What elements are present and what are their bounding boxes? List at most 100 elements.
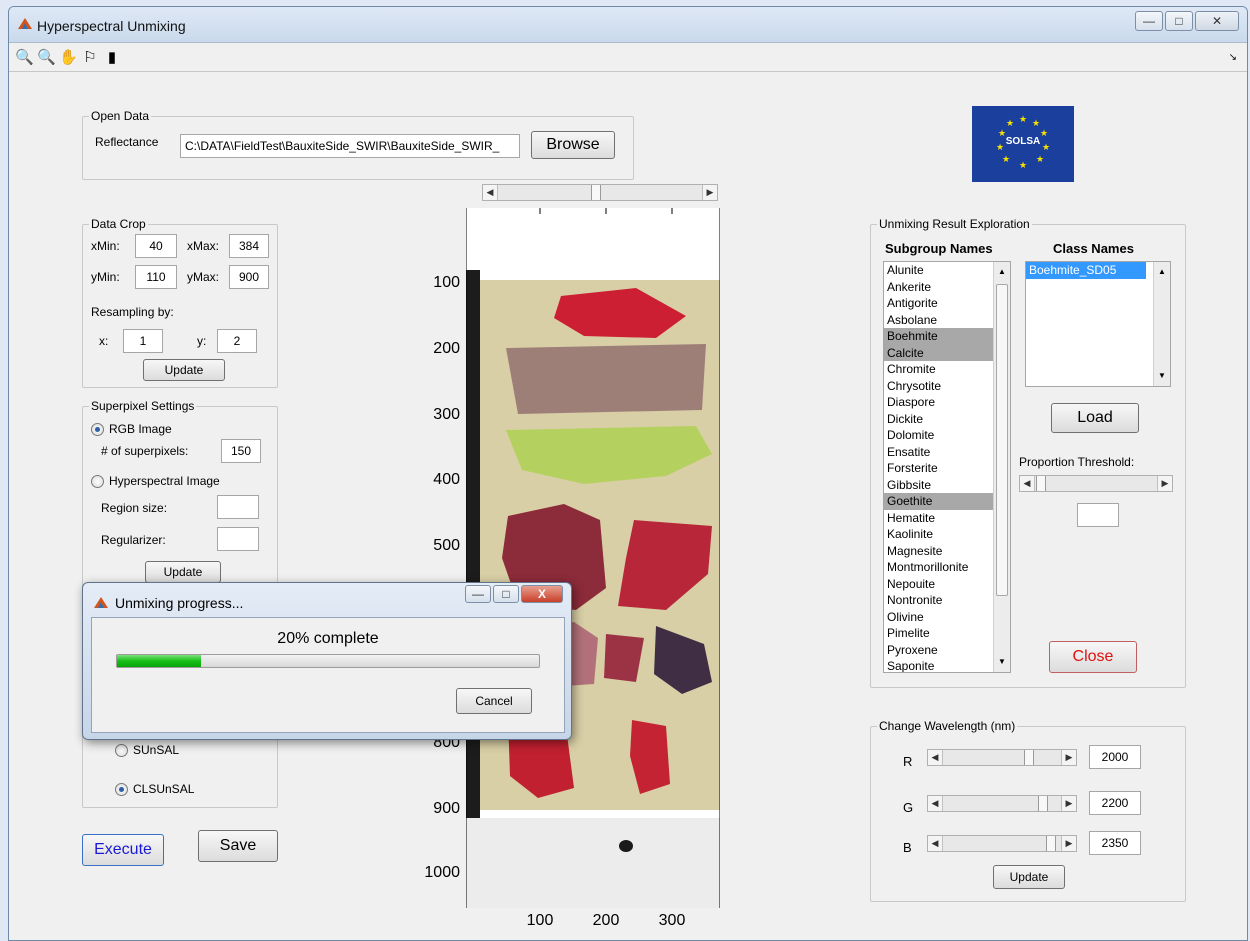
subgroup-list-item[interactable]: Forsterite [884,460,1010,477]
rgb-image-radio[interactable] [91,423,104,436]
open-data-panel: Open Data Reflectance C:\DATA\FieldTest\… [82,109,634,180]
superpixel-update-button[interactable]: Update [145,561,221,583]
regularizer-field[interactable] [217,527,259,551]
close-window-button[interactable]: ✕ [1195,11,1239,31]
class-list-item[interactable]: Boehmite_SD05 [1026,262,1146,279]
slider-thumb[interactable] [1024,750,1034,765]
resample-y-field[interactable]: 2 [217,329,257,353]
slider-left-arrow-icon[interactable]: ◀ [1020,476,1035,491]
maximize-icon: □ [502,587,510,601]
subgroup-list-item[interactable]: Antigorite [884,295,1010,312]
minimize-button[interactable]: — [1135,11,1163,31]
colorbar-icon[interactable]: ▮ [103,49,121,67]
browse-button[interactable]: Browse [531,131,615,159]
clsunsal-label: CLSUnSAL [133,782,195,796]
slider-right-arrow-icon[interactable]: ▶ [702,185,717,200]
image-axes[interactable] [466,208,720,908]
subgroup-list-item[interactable]: Magnesite [884,543,1010,560]
subgroup-list-item[interactable]: Ankerite [884,279,1010,296]
subgroup-list-item[interactable]: Hematite [884,510,1010,527]
b-label: B [903,840,912,855]
save-button[interactable]: Save [198,830,278,862]
dock-arrow-icon[interactable]: ↘ [1229,52,1237,63]
region-size-field[interactable] [217,495,259,519]
slider-left-arrow-icon[interactable]: ◀ [928,750,943,765]
subgroup-listbox[interactable]: Alunite Ankerite Antigorite Asbolane Boehmit… [883,261,1011,673]
subgroup-list-item[interactable]: Goethite [884,493,1010,510]
load-button[interactable]: Load [1051,403,1139,433]
scroll-up-icon[interactable]: ▲ [994,264,1010,280]
slider-left-arrow-icon[interactable]: ◀ [483,185,498,200]
slider-right-arrow-icon[interactable]: ▶ [1061,750,1076,765]
dialog-close-button[interactable]: X [521,585,563,603]
dialog-minimize-button[interactable]: — [465,585,491,603]
slider-left-arrow-icon[interactable]: ◀ [928,796,943,811]
b-wavelength-field[interactable]: 2350 [1089,831,1141,855]
slider-thumb[interactable] [1038,796,1048,811]
proportion-threshold-slider[interactable]: ◀ ▶ [1019,475,1173,492]
subgroup-scrollbar[interactable]: ▲ ▼ [993,262,1010,672]
subgroup-list-item[interactable]: Dolomite [884,427,1010,444]
subgroup-list-item[interactable]: Kaolinite [884,526,1010,543]
subgroup-list-item[interactable]: Montmorillonite [884,559,1010,576]
xmax-field[interactable]: 384 [229,234,269,258]
crop-update-button[interactable]: Update [143,359,225,381]
subgroup-list-item[interactable]: Saponite [884,658,1010,672]
slider-thumb[interactable] [1036,476,1046,491]
sunsal-radio[interactable] [115,744,128,757]
g-wavelength-slider[interactable]: ◀ ▶ [927,795,1077,812]
subgroup-list-item[interactable]: Olivine [884,609,1010,626]
image-pan-slider[interactable]: ◀ ▶ [482,184,718,201]
subgroup-list-item[interactable]: Gibbsite [884,477,1010,494]
subgroup-list-item[interactable]: Nepouite [884,576,1010,593]
wavelength-update-button[interactable]: Update [993,865,1065,889]
hyperspectral-image-radio[interactable] [91,475,104,488]
subgroup-list-item[interactable]: Asbolane [884,312,1010,329]
close-button[interactable]: Close [1049,641,1137,673]
subgroup-list-item[interactable]: Alunite [884,262,1010,279]
subgroup-list-item[interactable]: Diaspore [884,394,1010,411]
xmin-field[interactable]: 40 [135,234,177,258]
ymin-field[interactable]: 110 [135,265,177,289]
reflectance-path-field[interactable]: C:\DATA\FieldTest\BauxiteSide_SWIR\Bauxi… [180,134,520,158]
subgroup-list-item[interactable]: Pimelite [884,625,1010,642]
ymax-field[interactable]: 900 [229,265,269,289]
resample-x-field[interactable]: 1 [123,329,163,353]
subgroup-list-item[interactable]: Chromite [884,361,1010,378]
data-cursor-icon[interactable]: ⚐ [81,49,99,67]
subgroup-list-item[interactable]: Pyroxene [884,642,1010,659]
scroll-down-icon[interactable]: ▼ [1154,368,1170,384]
subgroup-list-item[interactable]: Ensatite [884,444,1010,461]
num-superpixels-field[interactable]: 150 [221,439,261,463]
maximize-button[interactable]: □ [1165,11,1193,31]
clsunsal-radio[interactable] [115,783,128,796]
zoom-in-icon[interactable]: 🔍 [15,49,34,67]
slider-thumb[interactable] [591,185,601,200]
slider-right-arrow-icon[interactable]: ▶ [1061,796,1076,811]
g-wavelength-field[interactable]: 2200 [1089,791,1141,815]
subgroup-list-item[interactable]: Calcite [884,344,1010,361]
zoom-out-icon[interactable]: 🔍 [37,49,56,67]
scroll-down-icon[interactable]: ▼ [994,654,1010,670]
proportion-threshold-field[interactable] [1077,503,1119,527]
r-wavelength-slider[interactable]: ◀ ▶ [927,749,1077,766]
b-wavelength-slider[interactable]: ◀ ▶ [927,835,1077,852]
class-scrollbar[interactable]: ▲ ▼ [1153,262,1170,386]
class-listbox[interactable]: Boehmite_SD05 ▲ ▼ [1025,261,1171,387]
subgroup-list-item[interactable]: Nontronite [884,592,1010,609]
dialog-maximize-button[interactable]: □ [493,585,519,603]
slider-right-arrow-icon[interactable]: ▶ [1157,476,1172,491]
figure-toolbar: 🔍 🔍 ✋ ⚐ ▮ ↘ [9,44,1247,72]
cancel-button[interactable]: Cancel [456,688,532,714]
slider-thumb[interactable] [1046,836,1056,851]
scroll-up-icon[interactable]: ▲ [1154,264,1170,280]
slider-right-arrow-icon[interactable]: ▶ [1061,836,1076,851]
subgroup-list-item[interactable]: Boehmite [884,328,1010,345]
subgroup-list-item[interactable]: Dickite [884,411,1010,428]
scroll-thumb[interactable] [996,284,1008,596]
r-wavelength-field[interactable]: 2000 [1089,745,1141,769]
slider-left-arrow-icon[interactable]: ◀ [928,836,943,851]
subgroup-list-item[interactable]: Chrysotite [884,378,1010,395]
pan-hand-icon[interactable]: ✋ [59,49,78,67]
execute-button[interactable]: Execute [82,834,164,866]
